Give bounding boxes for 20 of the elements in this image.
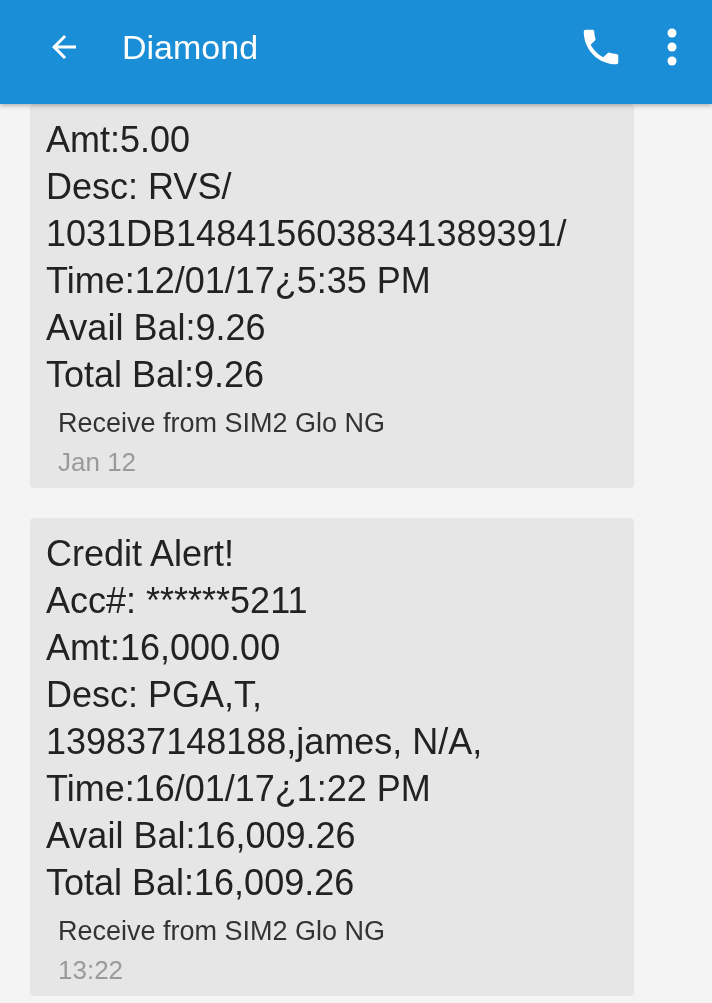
message-line: Avail Bal:9.26: [46, 306, 267, 350]
message-time: Jan 12: [58, 446, 138, 478]
message-line: Amt:5.00: [46, 118, 192, 162]
message-line: Time:16/01/17¿1:22 PM: [46, 767, 432, 811]
message-line: Desc: PGA,T,: [46, 673, 264, 717]
message-line: 139837148188,james, N/A,: [46, 720, 484, 764]
message-line: Desc: RVS/: [46, 165, 233, 209]
message-line: 1031DB1484156038341389391/: [46, 212, 568, 256]
message-line: Total Bal:9.26: [46, 353, 266, 397]
message-line: Amt:16,000.00: [46, 626, 282, 670]
more-options-icon: [666, 27, 678, 67]
sim-label: Receive from SIM2 Glo NG: [58, 915, 387, 948]
message-line: Avail Bal:16,009.26: [46, 814, 357, 858]
sim-label: Receive from SIM2 Glo NG: [58, 407, 387, 440]
message-time: 13:22: [58, 954, 125, 986]
message-line: Total Bal:16,009.26: [46, 861, 356, 905]
conversation-title: Diamond: [122, 27, 260, 67]
message-line: Credit Alert!: [46, 532, 236, 576]
message-line: Time:12/01/17¿5:35 PM: [46, 259, 432, 303]
message-line: Acc#: ******5211: [46, 579, 309, 623]
